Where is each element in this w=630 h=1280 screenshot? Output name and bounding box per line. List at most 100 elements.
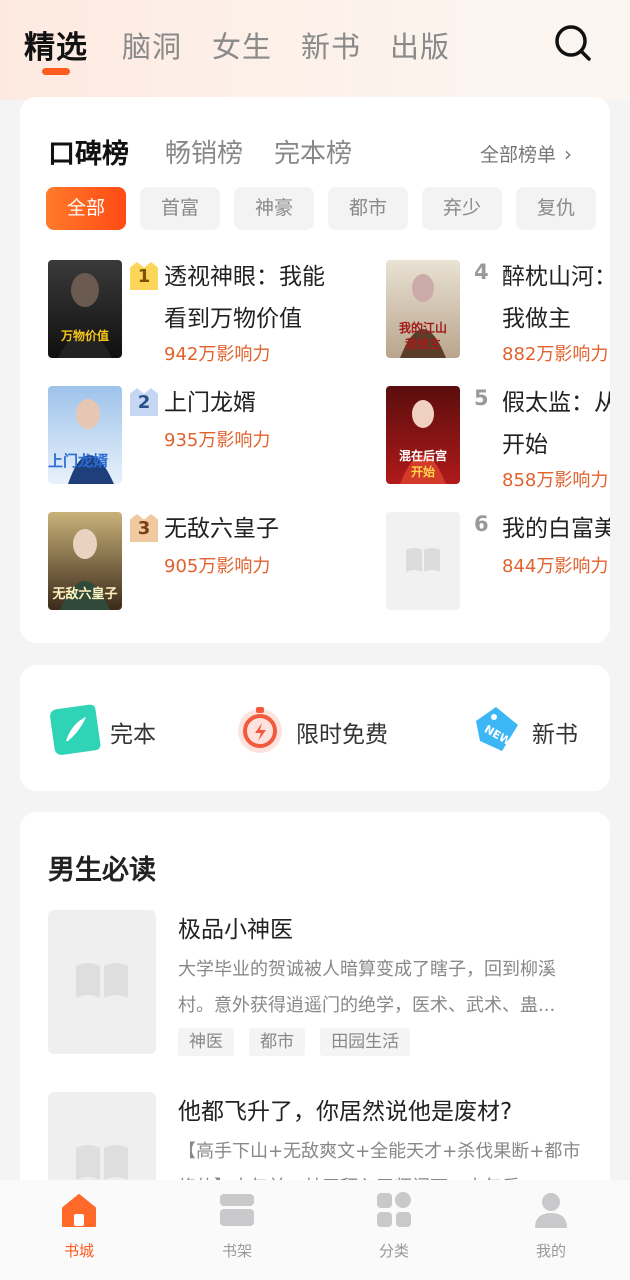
book-list-item[interactable]: 极品小神医 大学毕业的贺诚被人暗算变成了瞎子，回到柳溪村。意外获得逍遥门的绝学，… — [48, 910, 588, 1060]
book-feather-icon — [50, 704, 101, 755]
quick-free-limited[interactable]: 限时免费 — [232, 701, 432, 757]
tab-completed-rank[interactable]: 完本榜 — [274, 133, 352, 170]
book-cover-placeholder — [48, 910, 156, 1054]
book-title: 极品小神医 — [178, 917, 293, 943]
book-cover: 无敌六皇子 — [48, 512, 122, 610]
chip-richest[interactable]: 首富 — [140, 187, 220, 230]
rank-crown-gold-icon: 1 — [130, 262, 158, 290]
cover-art-icon: 混在后宫 开始 — [399, 400, 447, 484]
influence-value: 882万影响力 — [502, 344, 609, 365]
quick-label: 限时免费 — [296, 722, 388, 748]
influence-value: 858万影响力 — [502, 470, 609, 491]
rank-item-4[interactable]: 我的江山 我做主 4 醉枕山河：江山我做主 882万影响力 — [386, 260, 610, 365]
influence-value: 905万影响力 — [164, 556, 271, 577]
category-grid-icon — [377, 1192, 411, 1227]
rank-item-3[interactable]: 无敌六皇子 3 无敌六皇子 905万影响力 — [48, 512, 378, 612]
book-title: 透视神眼：我能看到万物价值 — [164, 264, 325, 332]
influence-value: 942万影响力 — [164, 344, 271, 365]
rank-crown-silver-icon: 2 — [130, 388, 158, 416]
active-tab-indicator — [42, 68, 70, 75]
book-title: 无敌六皇子 — [164, 516, 279, 542]
book-placeholder-icon — [406, 548, 440, 572]
cover-art-icon: 无敌六皇子 — [51, 529, 118, 610]
chevron-right-icon: › — [564, 142, 573, 166]
rank-item-5[interactable]: 混在后宫 开始 5 假太监：从后宫开始 858万影响力 — [386, 386, 610, 491]
book-tag: 都市 — [249, 1028, 306, 1056]
nav-label: 书城 — [63, 1242, 94, 1260]
user-icon — [535, 1193, 567, 1228]
quick-completed[interactable]: 完本 — [46, 701, 186, 757]
book-title: 他都飞升了，你居然说他是废材? — [178, 1099, 513, 1125]
svg-text:我做主: 我做主 — [405, 336, 441, 351]
book-cover: 万物价值 — [48, 260, 122, 358]
book-placeholder-icon — [76, 963, 128, 998]
rank-item-6[interactable]: 6 我的白富美 844万影响力 — [386, 512, 610, 612]
chip-revenge[interactable]: 复仇 — [516, 187, 596, 230]
cover-art-icon: 上门龙婿 — [48, 399, 114, 484]
quick-label: 完本 — [110, 722, 156, 748]
book-title: 假太监：从后宫开始 — [502, 390, 610, 458]
nav-label: 分类 — [378, 1242, 409, 1260]
nav-label: 书架 — [221, 1242, 252, 1260]
tab-featured[interactable]: 精选 — [24, 22, 88, 67]
book-title: 我的白富美 — [502, 516, 610, 542]
book-cover: 混在后宫 开始 — [386, 386, 460, 484]
tab-reputation-rank[interactable]: 口碑榜 — [48, 132, 129, 171]
chip-urban[interactable]: 都市 — [328, 187, 408, 230]
rank-item-1[interactable]: 万物价值 1 透视神眼：我能看到万物价值 942万影响力 — [48, 260, 378, 365]
timer-icon — [238, 707, 282, 753]
tab-female[interactable]: 女生 — [212, 24, 272, 66]
svg-text:上门龙婿: 上门龙婿 — [48, 452, 109, 470]
search-icon — [555, 25, 591, 61]
svg-text:开始: 开始 — [411, 464, 435, 479]
chip-all[interactable]: 全部 — [46, 187, 126, 230]
tab-publishing[interactable]: 出版 — [390, 24, 450, 66]
rank-number: 4 — [474, 260, 489, 284]
rank-crown-bronze-icon: 3 — [130, 514, 158, 542]
home-icon — [62, 1194, 96, 1227]
nav-bookshelf[interactable]: 书架 — [197, 1190, 277, 1261]
nav-label: 我的 — [535, 1242, 566, 1260]
cover-art-icon: 我的江山 我做主 — [399, 274, 447, 358]
chip-abandoned[interactable]: 弃少 — [422, 187, 502, 230]
svg-text:混在后宫: 混在后宫 — [399, 448, 447, 463]
nav-profile[interactable]: 我的 — [511, 1190, 591, 1261]
book-tags: 神医 都市 田园生活 — [178, 1028, 420, 1056]
rank-number: 5 — [474, 386, 489, 410]
svg-text:无敌六皇子: 无敌六皇子 — [51, 586, 117, 602]
svg-text:我的江山: 我的江山 — [399, 320, 447, 335]
section-title: 男生必读 — [48, 855, 156, 886]
rank-number: 6 — [474, 512, 489, 536]
must-read-card: 男生必读 极品小神医 大学毕业的贺诚被人暗算变成了瞎子，回到柳溪村。意外获得逍遥… — [20, 812, 610, 1212]
ranking-list: 万物价值 1 透视神眼：我能看到万物价值 942万影响力 上门龙婿 2 上门龙婿… — [20, 257, 610, 627]
category-chips: 全部 首富 神豪 都市 弃少 复仇 — [46, 187, 610, 231]
tab-bestseller-rank[interactable]: 畅销榜 — [165, 133, 243, 170]
tab-new-books[interactable]: 新书 — [301, 24, 361, 66]
tab-brain-hole[interactable]: 脑洞 — [122, 24, 182, 66]
book-description: 大学毕业的贺诚被人暗算变成了瞎子，回到柳溪村。意外获得逍遥门的绝学，医术、武术、… — [178, 959, 556, 1016]
book-cover: 我的江山 我做主 — [386, 260, 460, 358]
bookshelf-icon — [220, 1194, 254, 1226]
nav-category[interactable]: 分类 — [354, 1190, 434, 1261]
nav-bookstore[interactable]: 书城 — [39, 1190, 119, 1261]
cover-art-icon: 万物价值 — [58, 273, 112, 358]
all-rankings-link[interactable]: 全部榜单 › — [480, 140, 572, 167]
search-button[interactable] — [552, 22, 594, 64]
chip-tycoon[interactable]: 神豪 — [234, 187, 314, 230]
book-cover: 上门龙婿 — [48, 386, 122, 484]
quick-entry-card: 完本 限时免费 NEW 新书 — [20, 665, 610, 791]
all-rankings-label: 全部榜单 — [480, 144, 557, 166]
influence-value: 844万影响力 — [502, 556, 609, 577]
rank-item-2[interactable]: 上门龙婿 2 上门龙婿 935万影响力 — [48, 386, 378, 486]
book-tag: 神医 — [178, 1028, 234, 1056]
top-channel-nav: 精选 脑洞 女生 新书 出版 — [0, 0, 630, 90]
quick-new-books[interactable]: NEW 新书 — [468, 701, 608, 757]
svg-text:万物价值: 万物价值 — [60, 328, 109, 343]
book-cover-placeholder — [386, 512, 460, 610]
influence-value: 935万影响力 — [164, 430, 271, 451]
ranking-card: 口碑榜 畅销榜 完本榜 全部榜单 › 全部 首富 神豪 都市 弃少 复仇 万物价值… — [20, 97, 610, 643]
quick-label: 新书 — [532, 722, 578, 748]
book-tag: 田园生活 — [320, 1028, 411, 1056]
bottom-tab-bar: 书城 书架 分类 我的 — [0, 1180, 630, 1280]
new-tag-icon: NEW — [476, 707, 518, 751]
